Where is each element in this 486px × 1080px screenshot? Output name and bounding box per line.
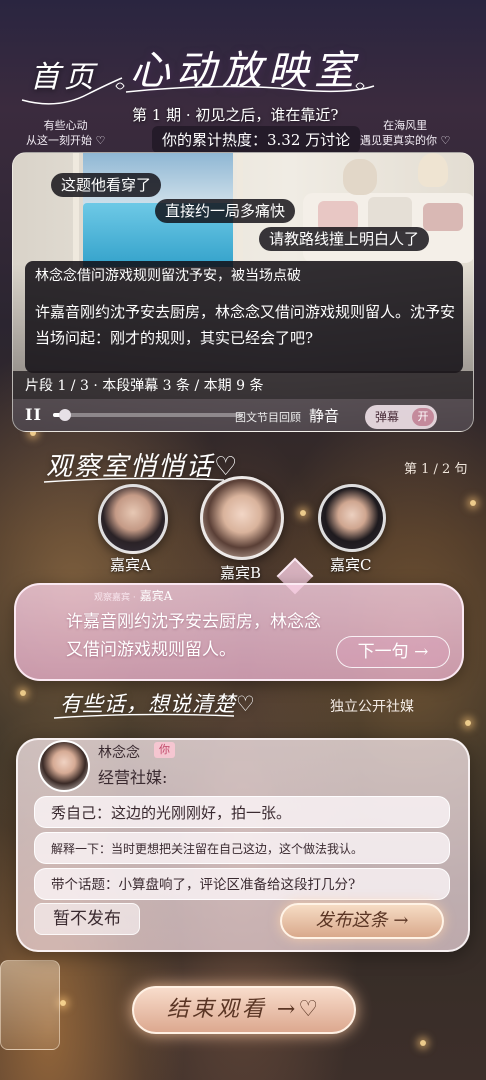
light-sparkle bbox=[420, 1040, 426, 1046]
segment-info: 片段 1 / 3 · 本段弹幕 3 条 / 本期 9 条 bbox=[25, 378, 264, 394]
swirl-underline-icon bbox=[21, 77, 125, 105]
media-label: 独立公开社媒 bbox=[330, 699, 414, 715]
danmaku-toggle-state: 开 bbox=[412, 408, 434, 426]
light-sparkle bbox=[300, 510, 306, 516]
candle-jar-decoration bbox=[0, 960, 60, 1050]
pause-button[interactable]: II bbox=[25, 405, 42, 424]
scene-vase bbox=[343, 159, 377, 195]
scene-pillow bbox=[423, 203, 463, 231]
episode-label: 第 1 期 · 初见之后，谁在靠近? bbox=[132, 106, 339, 124]
light-sparkle bbox=[20, 690, 26, 696]
guest-a-name: 嘉宾A bbox=[110, 556, 151, 574]
speaker-name: 嘉宾A bbox=[139, 589, 173, 603]
progress-track[interactable] bbox=[53, 413, 243, 417]
bubble-speaker: 观察嘉宾 · 嘉宾A bbox=[94, 587, 172, 604]
publish-button[interactable]: 发布这条 → bbox=[280, 903, 444, 939]
tagline-right: 在海风里 遇见更真实的你 ♡ bbox=[360, 118, 450, 148]
progress-handle[interactable] bbox=[58, 409, 71, 421]
danmaku-item: 这题他看穿了 bbox=[51, 173, 162, 197]
guest-c-avatar[interactable] bbox=[318, 484, 386, 552]
title-swirl-icon bbox=[125, 82, 375, 93]
light-sparkle bbox=[60, 1000, 66, 1006]
bubble-text: 许嘉音刚约沈予安去厨房，林念念又借问游戏规则留人。 bbox=[66, 612, 321, 660]
social-action-label: 经营社媒: bbox=[98, 768, 168, 787]
guest-a-avatar[interactable] bbox=[98, 484, 168, 554]
heat-counter: 你的累计热度：3.32 万讨论 bbox=[152, 126, 361, 153]
tagline-left-line1: 有些心动 bbox=[43, 119, 88, 132]
danmaku-toggle-label: 弹幕 bbox=[375, 410, 400, 424]
speaker-prefix: 观察嘉宾 · bbox=[94, 593, 136, 603]
post-option-3[interactable]: 带个话题：小算盘响了，评论区准备给这段打几分? bbox=[34, 868, 450, 900]
post-option-1[interactable]: 秀自己：这边的光刚刚好，拍一张。 bbox=[34, 796, 450, 828]
end-viewing-button[interactable]: 结束观看 →♡ bbox=[132, 986, 356, 1034]
tagline-left: 有些心动 从这一刻开始 ♡ bbox=[26, 118, 105, 148]
you-badge: 你 bbox=[154, 742, 175, 758]
video-player[interactable]: 这题他看穿了 直接约一局多痛快 请教路线撞上明白人了 林念念借问游戏规则留沈予安… bbox=[12, 152, 474, 432]
user-avatar bbox=[38, 740, 90, 792]
swirl-underline-icon bbox=[53, 713, 235, 719]
review-label: 图文节目回顾 bbox=[235, 411, 301, 424]
scene-pillow bbox=[368, 197, 412, 231]
guest-c-name: 嘉宾C bbox=[330, 556, 372, 574]
tagline-left-line2: 从这一刻开始 ♡ bbox=[26, 134, 106, 147]
danmaku-toggle[interactable]: 弹幕 开 bbox=[365, 405, 437, 429]
mute-button[interactable]: 静音 bbox=[309, 405, 339, 426]
post-option-2[interactable]: 解释一下：当时更想把关注留在自己这边，这个做法我认。 bbox=[34, 832, 450, 864]
danmaku-item: 直接约一局多痛快 bbox=[155, 199, 296, 223]
scene-lamp bbox=[418, 153, 448, 187]
dialog-text: 许嘉音刚约沈予安去厨房，林念念又借问游戏规则留人。沈予安当场问起：刚才的规则，其… bbox=[35, 303, 456, 347]
guest-b-avatar[interactable] bbox=[200, 476, 284, 560]
light-sparkle bbox=[465, 720, 471, 726]
light-sparkle bbox=[470, 500, 476, 506]
next-sentence-button[interactable]: 下一句 → bbox=[336, 636, 450, 668]
sentence-counter: 第 1 / 2 句 bbox=[404, 462, 468, 477]
tagline-right-line1: 在海风里 bbox=[383, 119, 428, 132]
danmaku-item: 请教路线撞上明白人了 bbox=[259, 227, 430, 251]
guest-b-name: 嘉宾B bbox=[220, 564, 262, 582]
skip-post-button[interactable]: 暂不发布 bbox=[34, 903, 140, 935]
user-name: 林念念 bbox=[98, 745, 140, 761]
tagline-right-line2: 遇见更真实的你 ♡ bbox=[360, 134, 451, 147]
dialog-headline: 林念念借问游戏规则留沈予安，被当场点破 bbox=[35, 268, 301, 284]
